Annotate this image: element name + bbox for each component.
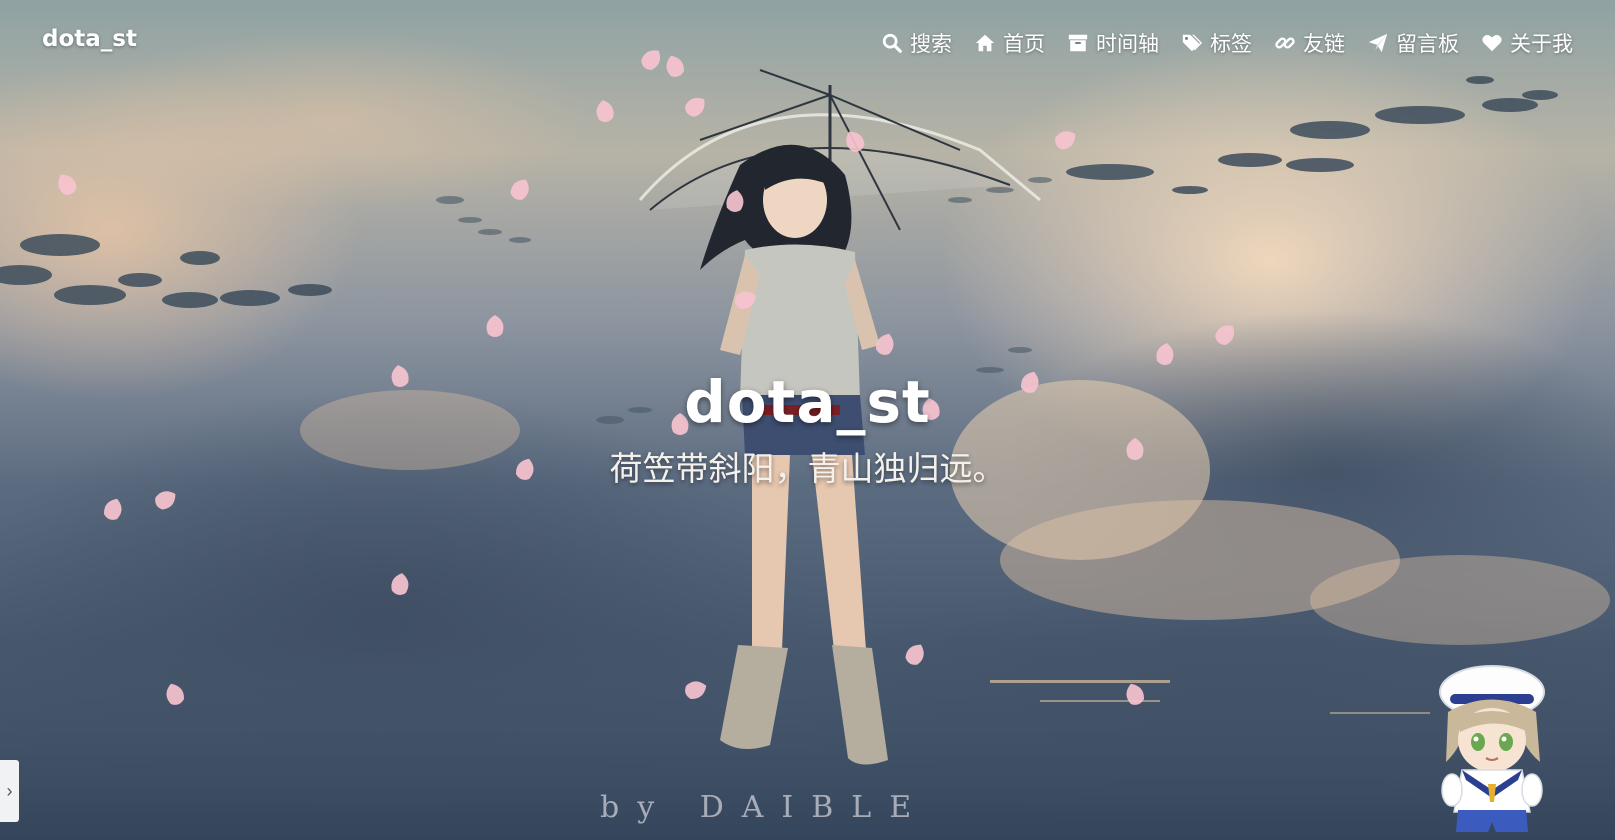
nav-home[interactable]: 首页: [974, 28, 1045, 58]
nav-label-timeline: 时间轴: [1096, 32, 1159, 56]
nav-friend-links[interactable]: 友链: [1274, 28, 1345, 58]
nav-label-about: 关于我: [1510, 32, 1573, 56]
nav-tags[interactable]: 标签: [1181, 28, 1252, 58]
nav-label-search: 搜索: [910, 32, 952, 56]
nav-label-tags: 标签: [1210, 32, 1252, 56]
main-nav: 搜索 首页 时间轴 标签 友链 留言板 关于我: [881, 28, 1573, 58]
hero-title: dota_st: [684, 368, 931, 436]
home-icon: [975, 34, 995, 52]
site-brand-link[interactable]: dota_st: [42, 26, 137, 52]
nav-label-friend-links: 友链: [1303, 32, 1345, 56]
chevron-right-icon: ›: [6, 781, 13, 801]
nav-timeline[interactable]: 时间轴: [1067, 28, 1159, 58]
tags-icon: [1182, 34, 1203, 52]
nav-about[interactable]: 关于我: [1481, 28, 1573, 58]
sakura-petal-icon: [726, 190, 744, 212]
sakura-petal-icon: [486, 315, 504, 337]
link-icon: [1275, 37, 1295, 49]
search-icon: [882, 33, 902, 53]
top-navbar: dota_st 搜索 首页 时间轴 标签 友链 留言板 关于我: [0, 0, 1615, 86]
archive-icon: [1068, 34, 1088, 52]
sailor-boy-mascot[interactable]: [1432, 652, 1572, 840]
sakura-petal-icon: [391, 573, 409, 595]
nav-label-home: 首页: [1003, 32, 1045, 56]
paper-plane-icon: [1368, 33, 1388, 53]
side-panel-toggle[interactable]: ›: [0, 760, 19, 822]
nav-search[interactable]: 搜索: [881, 28, 952, 58]
nav-label-guestbook: 留言板: [1396, 32, 1459, 56]
page-background: dota_st 搜索 首页 时间轴 标签 友链 留言板 关于我 dota_st …: [0, 0, 1615, 840]
hero-subtitle: 荷笠带斜阳，青山独归远。: [609, 449, 1006, 488]
hero-section: dota_st 荷笠带斜阳，青山独归远。: [0, 365, 1615, 491]
artist-signature: by DAIBLE: [600, 790, 930, 825]
nav-guestbook[interactable]: 留言板: [1367, 28, 1459, 58]
sakura-petal-icon: [596, 100, 614, 122]
heart-icon: [1482, 34, 1502, 52]
